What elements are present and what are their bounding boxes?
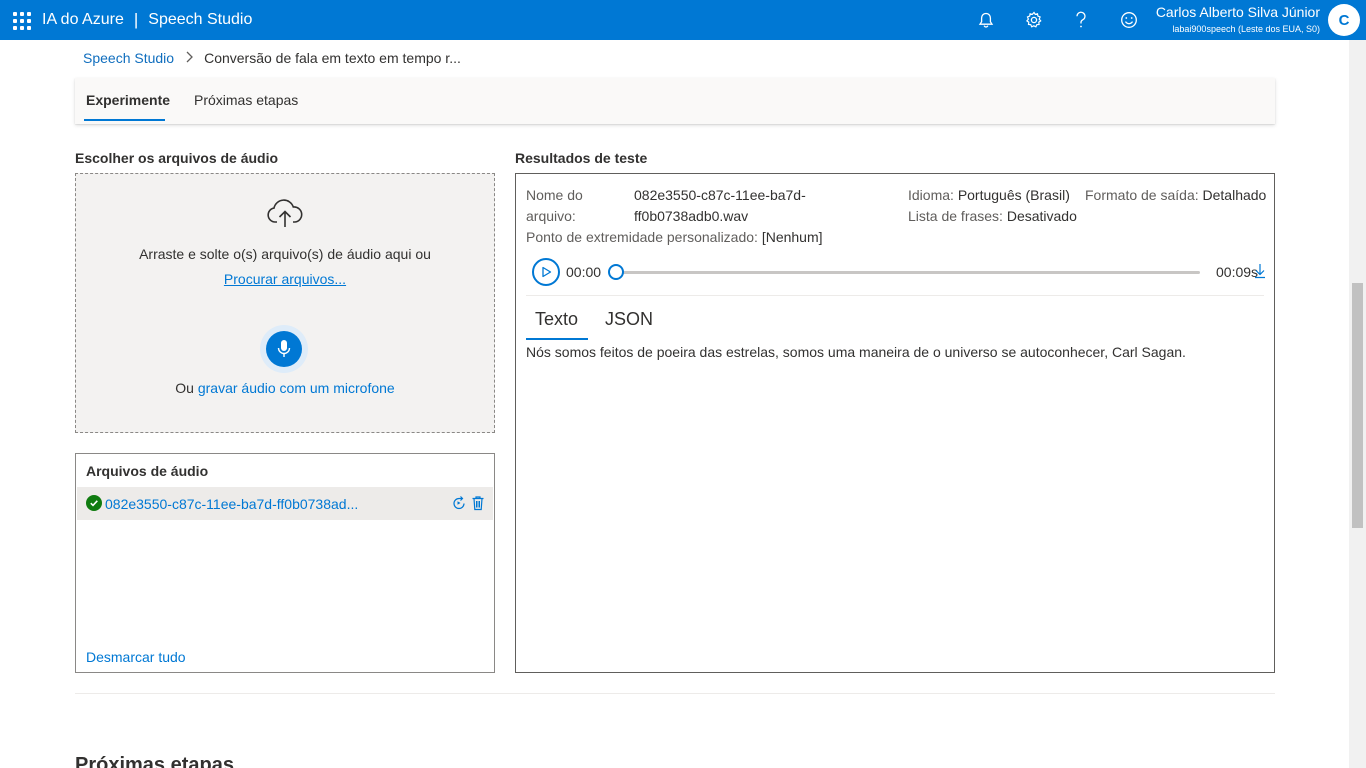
bell-icon[interactable] (974, 8, 998, 32)
file-name[interactable]: 082e3550-c87c-11ee-ba7d-ff0b0738ad... (105, 496, 358, 512)
file-name-value-line1: 082e3550-c87c-11ee-ba7d- (634, 187, 806, 203)
breadcrumb: Speech Studio Conversão de fala em texto… (83, 50, 461, 66)
feedback-smile-icon[interactable] (1117, 8, 1141, 32)
seek-slider-thumb[interactable] (608, 264, 624, 280)
file-name-label: Nome do arquivo: (526, 185, 583, 227)
trash-icon[interactable] (470, 495, 486, 511)
scrollbar-thumb[interactable] (1352, 283, 1363, 528)
transcript-text: Nós somos feitos de poeira das estrelas,… (526, 344, 1186, 360)
file-name-value-line2: ff0b0738adb0.wav (634, 208, 749, 224)
language-value: Português (Brasil) (957, 187, 1070, 203)
gear-icon[interactable] (1022, 8, 1046, 32)
browse-files-link[interactable]: Procurar arquivos... (76, 271, 494, 287)
microphone-icon (277, 340, 291, 357)
section-divider (75, 693, 1275, 694)
breadcrumb-speech-studio[interactable]: Speech Studio (83, 50, 174, 66)
test-results-title: Resultados de teste (515, 150, 648, 166)
check-circle-icon (86, 495, 102, 511)
active-result-tab-indicator (526, 338, 588, 340)
user-name: Carlos Alberto Silva Júnior (1155, 4, 1320, 20)
download-icon[interactable] (1252, 261, 1268, 281)
brand-separator: | (133, 10, 139, 29)
tab-proximas-etapas[interactable]: Próximas etapas (194, 92, 298, 108)
file-name-label-line2: arquivo: (526, 208, 576, 224)
app-launcher-icon[interactable] (13, 12, 31, 30)
seek-track[interactable] (616, 271, 1200, 274)
breadcrumb-current: Conversão de fala em texto em tempo r... (204, 50, 461, 66)
tab-experimente[interactable]: Experimente (86, 92, 170, 108)
file-name-value: 082e3550-c87c-11ee-ba7d- ff0b0738adb0.wa… (634, 185, 806, 227)
microphone-button[interactable] (266, 331, 302, 367)
results-divider (526, 295, 1264, 296)
endpoint-value: [Nenhum] (761, 229, 823, 245)
audio-files-header: Arquivos de áudio (86, 463, 209, 479)
output-format-info: Formato de saída: Detalhado (1085, 185, 1266, 206)
record-audio-link[interactable]: gravar áudio com um microfone (198, 380, 395, 396)
audio-files-panel: Arquivos de áudio 082e3550-c87c-11ee-ba7… (75, 453, 495, 673)
brand: IA do Azure | Speech Studio (42, 10, 252, 30)
phrase-list-label: Lista de frases: (908, 208, 1003, 224)
output-format-label: Formato de saída: (1085, 187, 1199, 203)
cloud-upload-icon (266, 199, 304, 232)
audio-drop-zone[interactable]: Arraste e solte o(s) arquivo(s) de áudio… (75, 173, 495, 433)
record-microphone-ring (260, 325, 308, 373)
account-info[interactable]: Carlos Alberto Silva Júnior labai900spee… (1156, 4, 1320, 36)
endpoint-label: Ponto de extremidade personalizado: (526, 229, 758, 245)
record-prefix: Ou (175, 380, 198, 396)
test-results-panel: Nome do arquivo: 082e3550-c87c-11ee-ba7d… (515, 173, 1275, 673)
user-subscription: labai900speech (Leste dos EUA, S0) (1172, 24, 1320, 34)
phrase-list-value: Desativado (1006, 208, 1077, 224)
play-button[interactable] (532, 258, 560, 286)
browse-files-label[interactable]: Procurar arquivos... (224, 271, 346, 287)
active-tab-indicator (84, 119, 165, 121)
reprocess-icon[interactable] (451, 495, 467, 511)
page-tabs: Experimente Próximas etapas (75, 78, 1275, 124)
endpoint-info: Ponto de extremidade personalizado: [Nen… (526, 227, 823, 248)
avatar[interactable]: C (1328, 4, 1360, 36)
current-time: 00:00 (566, 264, 602, 280)
tab-texto[interactable]: Texto (535, 309, 578, 330)
drop-instructions: Arraste e solte o(s) arquivo(s) de áudio… (139, 246, 431, 262)
unselect-all-link[interactable]: Desmarcar tudo (86, 649, 186, 665)
next-steps-title: Próximas etapas (75, 754, 234, 768)
language-label: Idioma: (908, 187, 954, 203)
top-bar: IA do Azure | Speech Studio Carlos Alber… (0, 0, 1366, 40)
file-name-label-line1: Nome do (526, 187, 583, 203)
page-scrollbar[interactable] (1349, 40, 1366, 768)
play-icon (542, 266, 552, 278)
choose-files-title: Escolher os arquivos de áudio (75, 150, 279, 166)
list-item[interactable]: 082e3550-c87c-11ee-ba7d-ff0b0738ad... (77, 487, 493, 520)
chevron-right-icon (185, 51, 193, 66)
brand-name[interactable]: IA do Azure (42, 11, 124, 29)
product-name[interactable]: Speech Studio (148, 11, 252, 29)
output-format-value: Detalhado (1202, 187, 1267, 203)
help-icon[interactable] (1069, 8, 1093, 32)
audio-player: 00:00 00:09s (532, 258, 1265, 286)
language-info: Idioma: Português (Brasil) Lista de fras… (908, 185, 1077, 227)
record-audio-line: Ou gravar áudio com um microfone (76, 380, 494, 396)
tab-json[interactable]: JSON (605, 309, 653, 330)
